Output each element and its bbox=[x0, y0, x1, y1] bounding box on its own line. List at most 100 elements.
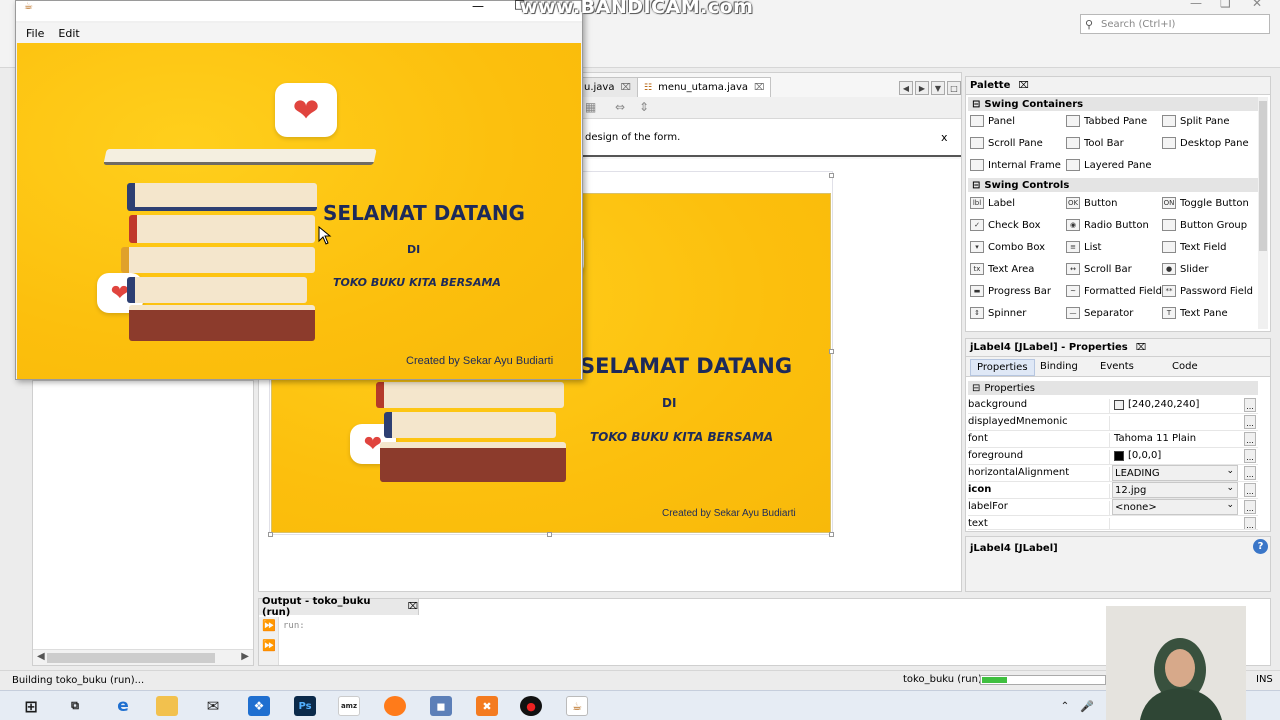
running-project[interactable]: toko_buku (run) bbox=[903, 674, 982, 685]
property-row-font[interactable]: font Tahoma 11 Plain ... bbox=[968, 431, 1258, 448]
record-icon[interactable]: ● bbox=[520, 696, 542, 716]
virtualbox-icon[interactable]: ◼ bbox=[430, 696, 452, 716]
close-tab-icon[interactable]: ⌧ bbox=[754, 83, 764, 93]
search-input[interactable]: ⚲ Search (Ctrl+I) bbox=[1080, 14, 1270, 34]
ellipsis-button[interactable]: ... bbox=[1244, 466, 1256, 480]
label-for-select[interactable]: <none> ⌄ bbox=[1112, 499, 1238, 515]
rerun-icon[interactable]: ⏩ bbox=[262, 619, 276, 632]
maximize-icon[interactable]: □ bbox=[947, 81, 961, 95]
ellipsis-button[interactable]: ... bbox=[1244, 415, 1256, 429]
dropbox-icon[interactable]: ❖ bbox=[248, 696, 270, 716]
palette-item-tabbed-pane[interactable]: Tabbed Pane bbox=[1066, 115, 1147, 127]
help-icon[interactable]: ? bbox=[1253, 539, 1268, 554]
ellipsis-button[interactable]: ... bbox=[1244, 432, 1256, 446]
tab-u-java[interactable]: u.java ⌧ bbox=[577, 77, 638, 97]
tab-menu-utama-java[interactable]: ☷ menu_utama.java ⌧ bbox=[637, 77, 772, 97]
tab-events[interactable]: Events bbox=[1094, 359, 1140, 374]
close-panel-icon[interactable]: ⌧ bbox=[1018, 81, 1028, 91]
ellipsis-button[interactable]: ... bbox=[1244, 398, 1256, 412]
palette-item-progress-bar[interactable]: ▬ Progress Bar bbox=[970, 285, 1051, 297]
rerun-icon[interactable]: ⏩ bbox=[262, 639, 276, 652]
minimize-icon[interactable]: — bbox=[1190, 0, 1202, 10]
palette-item-slider[interactable]: ● Slider bbox=[1162, 263, 1209, 275]
ellipsis-button[interactable]: ... bbox=[1244, 449, 1256, 463]
icon-select[interactable]: 12.jpg ⌄ bbox=[1112, 482, 1238, 498]
scroll-thumb[interactable] bbox=[47, 653, 215, 663]
palette-item-toggle-button[interactable]: ON Toggle Button bbox=[1162, 197, 1249, 209]
close-panel-icon[interactable]: ⌧ bbox=[1136, 343, 1146, 353]
palette-item-tool-bar[interactable]: Tool Bar bbox=[1066, 137, 1124, 149]
palette-scrollbar[interactable] bbox=[1258, 97, 1268, 329]
ellipsis-button[interactable]: ... bbox=[1244, 500, 1256, 514]
section-swing-controls[interactable]: ⊟ Swing Controls bbox=[968, 178, 1258, 192]
property-row-foreground[interactable]: foreground [0,0,0] ... bbox=[968, 448, 1258, 465]
tab-code[interactable]: Code bbox=[1166, 359, 1204, 374]
property-row-label-for[interactable]: labelFor <none> ⌄ ... bbox=[968, 499, 1258, 516]
firefox-icon[interactable] bbox=[384, 696, 406, 716]
palette-item-separator[interactable]: — Separator bbox=[1066, 307, 1133, 319]
amazon-icon[interactable]: amz bbox=[338, 696, 360, 716]
scroll-left-icon[interactable]: ◀ bbox=[37, 651, 45, 662]
property-row-background[interactable]: background [240,240,240] ... bbox=[968, 397, 1258, 414]
palette-item-desktop-pane[interactable]: Desktop Pane bbox=[1162, 137, 1249, 149]
minimize-icon[interactable]: — bbox=[472, 0, 484, 13]
tab-list-icon[interactable]: ▼ bbox=[931, 81, 945, 95]
property-row-text[interactable]: text ... bbox=[968, 516, 1258, 530]
resize-handle[interactable] bbox=[829, 173, 834, 178]
photoshop-icon[interactable]: Ps bbox=[294, 696, 316, 716]
palette-item-panel[interactable]: Panel bbox=[970, 115, 1015, 127]
menu-edit[interactable]: Edit bbox=[58, 27, 79, 40]
java-icon[interactable]: ☕ bbox=[566, 696, 588, 716]
properties-section[interactable]: ⊟ Properties bbox=[968, 381, 1258, 395]
palette-item-spinner[interactable]: ⇕ Spinner bbox=[970, 307, 1026, 319]
tab-binding[interactable]: Binding bbox=[1034, 359, 1084, 374]
palette-item-combo-box[interactable]: ▾ Combo Box bbox=[970, 241, 1045, 253]
edge-icon[interactable]: e bbox=[112, 696, 134, 716]
info-close-button[interactable]: x bbox=[941, 131, 948, 144]
task-view-icon[interactable]: ⧉ bbox=[64, 696, 86, 716]
restore-icon[interactable]: ❑ bbox=[1220, 0, 1231, 10]
resize-horizontal-icon[interactable]: ⇔ bbox=[615, 100, 625, 114]
property-row-icon[interactable]: icon 12.jpg ⌄ ... bbox=[968, 482, 1258, 499]
palette-item-radio-button[interactable]: ◉ Radio Button bbox=[1066, 219, 1149, 231]
palette-item-formatted-field[interactable]: ~ Formatted Field bbox=[1066, 285, 1162, 297]
tray-chevron-up-icon[interactable]: ⌃ bbox=[1054, 696, 1076, 716]
palette-item-internal-frame[interactable]: Internal Frame bbox=[970, 159, 1061, 171]
ellipsis-button[interactable]: ... bbox=[1244, 483, 1256, 497]
horizontal-scrollbar[interactable]: ◀ ▶ bbox=[33, 649, 253, 665]
file-explorer-icon[interactable] bbox=[156, 696, 178, 716]
resize-handle[interactable] bbox=[268, 532, 273, 537]
mail-icon[interactable]: ✉ bbox=[202, 696, 224, 716]
palette-item-label[interactable]: lbl Label bbox=[970, 197, 1015, 209]
tab-scroll-right-icon[interactable]: ▶ bbox=[915, 81, 929, 95]
resize-vertical-icon[interactable]: ⇕ bbox=[639, 100, 649, 114]
property-row-displayed-mnemonic[interactable]: displayedMnemonic ... bbox=[968, 414, 1258, 431]
close-tab-icon[interactable]: ⌧ bbox=[408, 602, 418, 612]
scroll-right-icon[interactable]: ▶ bbox=[241, 651, 249, 662]
palette-item-split-pane[interactable]: Split Pane bbox=[1162, 115, 1230, 127]
close-tab-icon[interactable]: ⌧ bbox=[620, 83, 630, 93]
palette-item-scroll-pane[interactable]: Scroll Pane bbox=[970, 137, 1043, 149]
align-icon[interactable]: ▦ bbox=[585, 100, 596, 114]
property-row-horizontal-alignment[interactable]: horizontalAlignment LEADING ⌄ ... bbox=[968, 465, 1258, 482]
palette-item-button-group[interactable]: Button Group bbox=[1162, 219, 1247, 231]
palette-item-text-field[interactable]: Text Field bbox=[1162, 241, 1226, 253]
resize-handle[interactable] bbox=[829, 532, 834, 537]
palette-item-scroll-bar[interactable]: ↔ Scroll Bar bbox=[1066, 263, 1132, 275]
scroll-thumb[interactable] bbox=[1259, 101, 1267, 251]
alignment-select[interactable]: LEADING ⌄ bbox=[1112, 465, 1238, 481]
ellipsis-button[interactable]: ... bbox=[1244, 517, 1256, 529]
section-swing-containers[interactable]: ⊟ Swing Containers bbox=[968, 97, 1258, 111]
close-icon[interactable]: ✕ bbox=[1252, 0, 1262, 10]
palette-item-text-area[interactable]: tx Text Area bbox=[970, 263, 1034, 275]
output-tab[interactable]: Output - toko_buku (run) ⌧ bbox=[259, 596, 419, 618]
xampp-icon[interactable]: ✖ bbox=[476, 696, 498, 716]
palette-item-button[interactable]: OK Button bbox=[1066, 197, 1118, 209]
app-window-toko-buku[interactable]: ☕ — □ File Edit ❤ ❤ SELAMAT DATANG DI TO… bbox=[15, 0, 583, 380]
resize-handle[interactable] bbox=[829, 349, 834, 354]
palette-item-text-pane[interactable]: T Text Pane bbox=[1162, 307, 1228, 319]
microphone-icon[interactable]: 🎤 bbox=[1076, 696, 1098, 716]
projects-panel[interactable]: ◀ ▶ bbox=[32, 380, 254, 666]
app-titlebar[interactable]: ☕ — □ bbox=[16, 0, 582, 21]
palette-item-check-box[interactable]: ✓ Check Box bbox=[970, 219, 1041, 231]
